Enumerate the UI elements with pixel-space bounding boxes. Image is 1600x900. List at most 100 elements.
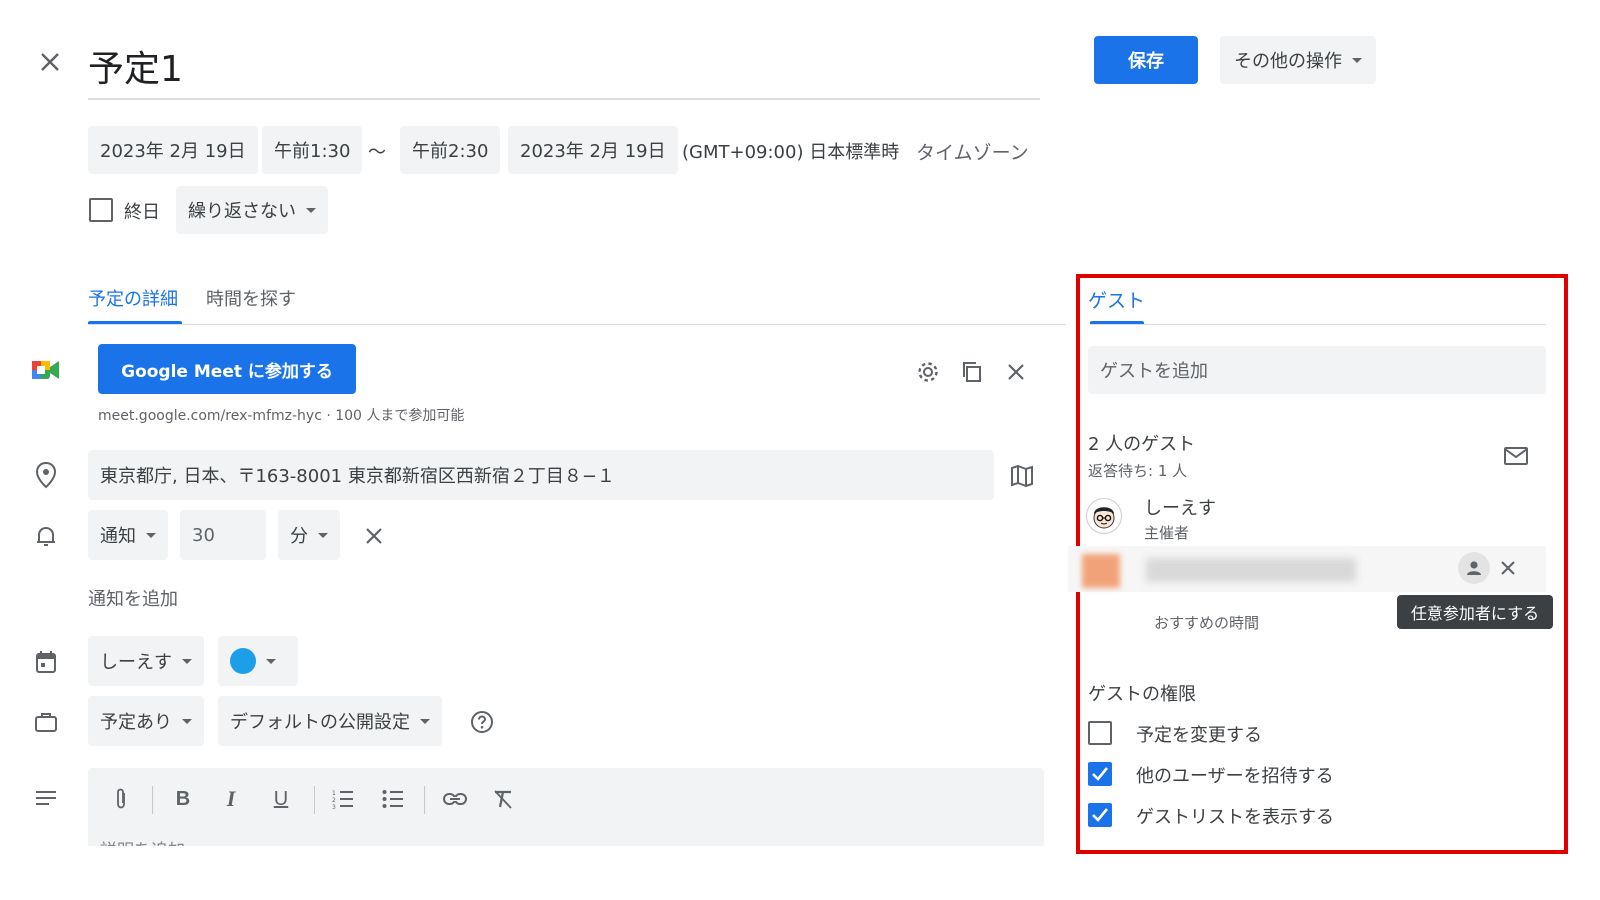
more-actions-label: その他の操作 <box>1234 51 1342 72</box>
title-underline <box>88 98 1040 100</box>
end-time-value: 午前2:30 <box>412 141 489 162</box>
svg-text:2: 2 <box>332 797 336 804</box>
notification-type-dropdown[interactable]: 通知 <box>88 510 168 560</box>
suggested-times-link[interactable]: おすすめの時間 <box>1154 612 1259 633</box>
event-color-dropdown[interactable] <box>218 636 298 686</box>
save-button-label: 保存 <box>1128 51 1164 72</box>
notification-amount-value: 30 <box>192 524 215 546</box>
add-guest-input[interactable]: ゲストを追加 <box>1088 346 1546 394</box>
notification-amount-input[interactable]: 30 <box>180 510 266 560</box>
bold-icon[interactable]: B <box>168 784 198 814</box>
description-placeholder: 説明を追加 <box>100 836 185 846</box>
join-meet-label: Google Meet に参加する <box>121 361 333 382</box>
perm-modify-checkbox[interactable] <box>1088 721 1112 745</box>
chevron-down-icon <box>318 532 328 538</box>
chevron-down-icon <box>266 658 276 664</box>
map-icon[interactable] <box>1006 460 1038 492</box>
calendar-icon <box>30 646 62 678</box>
toolbar-divider <box>152 786 153 814</box>
add-guest-placeholder: ゲストを追加 <box>1100 361 1208 382</box>
avatar <box>1082 554 1120 588</box>
end-date-value: 2023年 2月 19日 <box>520 141 666 162</box>
more-actions-button[interactable]: その他の操作 <box>1220 36 1376 84</box>
availability-label: 予定あり <box>100 712 172 733</box>
close-icon[interactable] <box>34 46 66 78</box>
visibility-dropdown[interactable]: デフォルトの公開設定 <box>218 696 442 746</box>
chevron-down-icon <box>182 718 192 724</box>
guests-tab-divider <box>1090 324 1546 325</box>
gear-icon[interactable] <box>912 356 944 388</box>
perm-invite-label: 他のユーザーを招待する <box>1136 766 1334 787</box>
remove-meet-icon[interactable] <box>1000 356 1032 388</box>
repeat-label: 繰り返さない <box>188 201 296 222</box>
location-value: 東京都庁, 日本、〒163-8001 東京都新宿区西新宿２丁目８−１ <box>100 466 615 487</box>
bulleted-list-icon[interactable] <box>378 784 408 814</box>
notification-unit-label: 分 <box>290 526 308 547</box>
end-time-field[interactable]: 午前2:30 <box>400 126 501 174</box>
attachment-icon[interactable] <box>106 784 136 814</box>
permissions-title: ゲストの権限 <box>1088 684 1196 705</box>
timezone-value: (GMT+09:00) 日本標準時 <box>682 142 900 163</box>
calendar-owner-label: しーえす <box>100 652 172 673</box>
tooltip: 任意参加者にする <box>1397 595 1553 629</box>
save-button[interactable]: 保存 <box>1094 36 1198 84</box>
guest-pending: 返答待ち: 1 人 <box>1088 462 1188 480</box>
availability-dropdown[interactable]: 予定あり <box>88 696 204 746</box>
chevron-down-icon <box>182 658 192 664</box>
organizer-role: 主催者 <box>1144 524 1190 542</box>
copy-icon[interactable] <box>956 356 988 388</box>
perm-modify-label: 予定を変更する <box>1136 725 1262 746</box>
end-date-field[interactable]: 2023年 2月 19日 <box>508 126 678 174</box>
link-icon[interactable] <box>440 784 470 814</box>
underline-icon[interactable]: U <box>266 784 296 814</box>
add-notification-link[interactable]: 通知を追加 <box>88 585 178 611</box>
visibility-label: デフォルトの公開設定 <box>230 712 410 733</box>
remove-notification-icon[interactable] <box>358 520 390 552</box>
toolbar-divider <box>424 786 425 814</box>
location-input[interactable]: 東京都庁, 日本、〒163-8001 東京都新宿区西新宿２丁目８−１ <box>88 450 994 500</box>
timezone-link[interactable]: タイムゾーン <box>916 138 1029 165</box>
italic-icon[interactable]: I <box>216 784 246 814</box>
start-time-field[interactable]: 午前1:30 <box>262 126 363 174</box>
bell-icon <box>30 520 62 552</box>
location-pin-icon <box>30 458 62 492</box>
event-color-swatch <box>230 648 256 674</box>
clear-formatting-icon[interactable] <box>488 784 518 814</box>
chevron-down-icon <box>1352 57 1362 63</box>
numbered-list-icon[interactable]: 123 <box>328 784 358 814</box>
perm-see-list-checkbox[interactable] <box>1088 803 1112 827</box>
google-meet-icon <box>30 356 62 384</box>
perm-invite-checkbox[interactable] <box>1088 762 1112 786</box>
join-meet-button[interactable]: Google Meet に参加する <box>98 344 356 394</box>
description-editor[interactable]: B I U 123 説明を追加 <box>88 768 1044 846</box>
guest-count: 2 人のゲスト <box>1088 434 1196 455</box>
calendar-owner-dropdown[interactable]: しーえす <box>88 636 204 686</box>
briefcase-icon <box>30 706 62 738</box>
svg-text:3: 3 <box>332 804 336 809</box>
notification-type-label: 通知 <box>100 526 136 547</box>
notification-unit-dropdown[interactable]: 分 <box>278 510 340 560</box>
meet-link-info[interactable]: meet.google.com/rex-mfmz-hyc · 100 人まで参加… <box>98 405 464 425</box>
tooltip-text: 任意参加者にする <box>1410 604 1540 623</box>
help-icon[interactable] <box>466 706 498 738</box>
organizer-name: しーえす <box>1144 498 1216 519</box>
remove-guest-icon[interactable] <box>1494 554 1522 582</box>
avatar <box>1086 498 1122 534</box>
tab-event-details[interactable]: 予定の詳細 <box>88 285 178 311</box>
blurred-guest-email <box>1146 558 1356 582</box>
tab-guests[interactable]: ゲスト <box>1088 286 1145 313</box>
event-title[interactable]: 予定1 <box>88 40 183 92</box>
start-date-field[interactable]: 2023年 2月 19日 <box>88 126 258 174</box>
allday-label: 終日 <box>124 202 160 223</box>
chevron-down-icon <box>420 718 430 724</box>
svg-text:1: 1 <box>332 790 336 797</box>
tabs-divider <box>88 324 1066 325</box>
perm-see-list-label: ゲストリストを表示する <box>1136 807 1334 828</box>
allday-checkbox[interactable] <box>89 198 113 222</box>
email-guests-icon[interactable] <box>1500 440 1532 472</box>
optional-attendee-icon[interactable] <box>1458 552 1490 584</box>
chevron-down-icon <box>146 532 156 538</box>
tab-find-time[interactable]: 時間を探す <box>206 285 296 311</box>
repeat-dropdown[interactable]: 繰り返さない <box>176 186 328 234</box>
notes-icon <box>30 782 62 814</box>
